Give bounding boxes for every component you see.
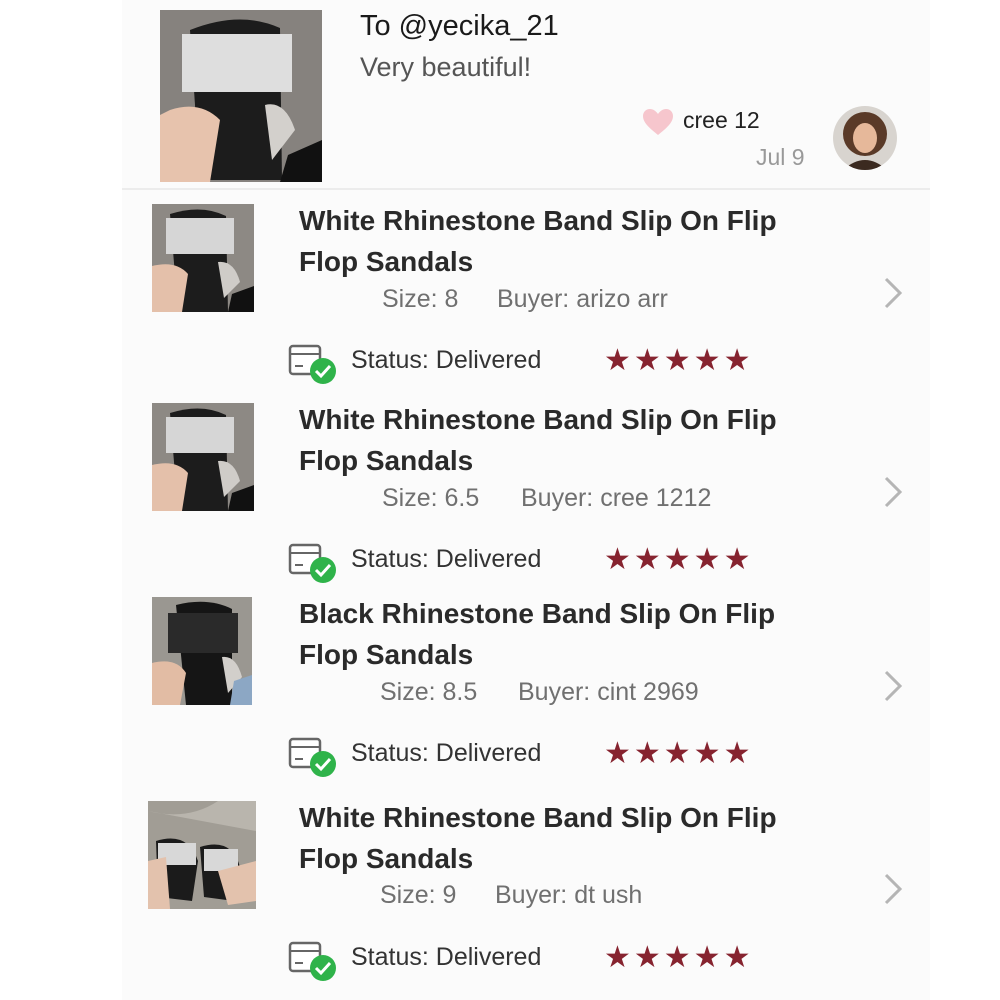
- order-size: Size: 8.5: [380, 678, 478, 706]
- order-buyer: Buyer: cint 2969: [518, 678, 699, 706]
- divider: [122, 188, 930, 190]
- order-status: Status: Delivered: [351, 739, 542, 767]
- order-status: Status: Delivered: [351, 346, 542, 374]
- order-size: Size: 9: [380, 881, 457, 909]
- avatar[interactable]: [833, 106, 897, 170]
- product-title[interactable]: White Rhinestone Band Slip On Flip Flop …: [299, 200, 829, 282]
- order-buyer: Buyer: cree 1212: [521, 484, 712, 512]
- order-size: Size: 8: [382, 285, 459, 313]
- order-buyer: Buyer: arizo arr: [497, 285, 668, 313]
- product-thumbnail[interactable]: [152, 204, 254, 312]
- delivered-box-icon: [287, 539, 339, 585]
- chevron-right-icon[interactable]: [880, 669, 906, 703]
- chevron-right-icon[interactable]: [880, 872, 906, 906]
- order-status: Status: Delivered: [351, 545, 542, 573]
- product-title[interactable]: White Rhinestone Band Slip On Flip Flop …: [299, 399, 829, 481]
- delivered-box-icon: [287, 340, 339, 386]
- chevron-right-icon[interactable]: [880, 475, 906, 509]
- delivered-box-icon: [287, 937, 339, 983]
- comment-username[interactable]: cree 12: [683, 107, 760, 134]
- product-title[interactable]: White Rhinestone Band Slip On Flip Flop …: [299, 797, 829, 879]
- delivered-box-icon: [287, 733, 339, 779]
- product-thumbnail[interactable]: [152, 403, 254, 511]
- product-title[interactable]: Black Rhinestone Band Slip On Flip Flop …: [299, 593, 829, 675]
- order-buyer: Buyer: dt ush: [495, 881, 643, 909]
- rating-stars: ★★★★★: [604, 737, 754, 770]
- comment-product-image[interactable]: [160, 10, 322, 182]
- rating-stars: ★★★★★: [604, 543, 754, 576]
- comment-date: Jul 9: [756, 144, 805, 170]
- rating-stars: ★★★★★: [604, 941, 754, 974]
- comment-message: Very beautiful!: [360, 52, 532, 82]
- chevron-right-icon[interactable]: [880, 276, 906, 310]
- rating-stars: ★★★★★: [604, 344, 754, 377]
- product-thumbnail[interactable]: [148, 801, 256, 909]
- product-thumbnail[interactable]: [152, 597, 252, 705]
- order-status: Status: Delivered: [351, 943, 542, 971]
- like-heart-icon[interactable]: [642, 108, 674, 136]
- order-size: Size: 6.5: [382, 484, 480, 512]
- comment-recipient[interactable]: To @yecika_21: [360, 10, 559, 43]
